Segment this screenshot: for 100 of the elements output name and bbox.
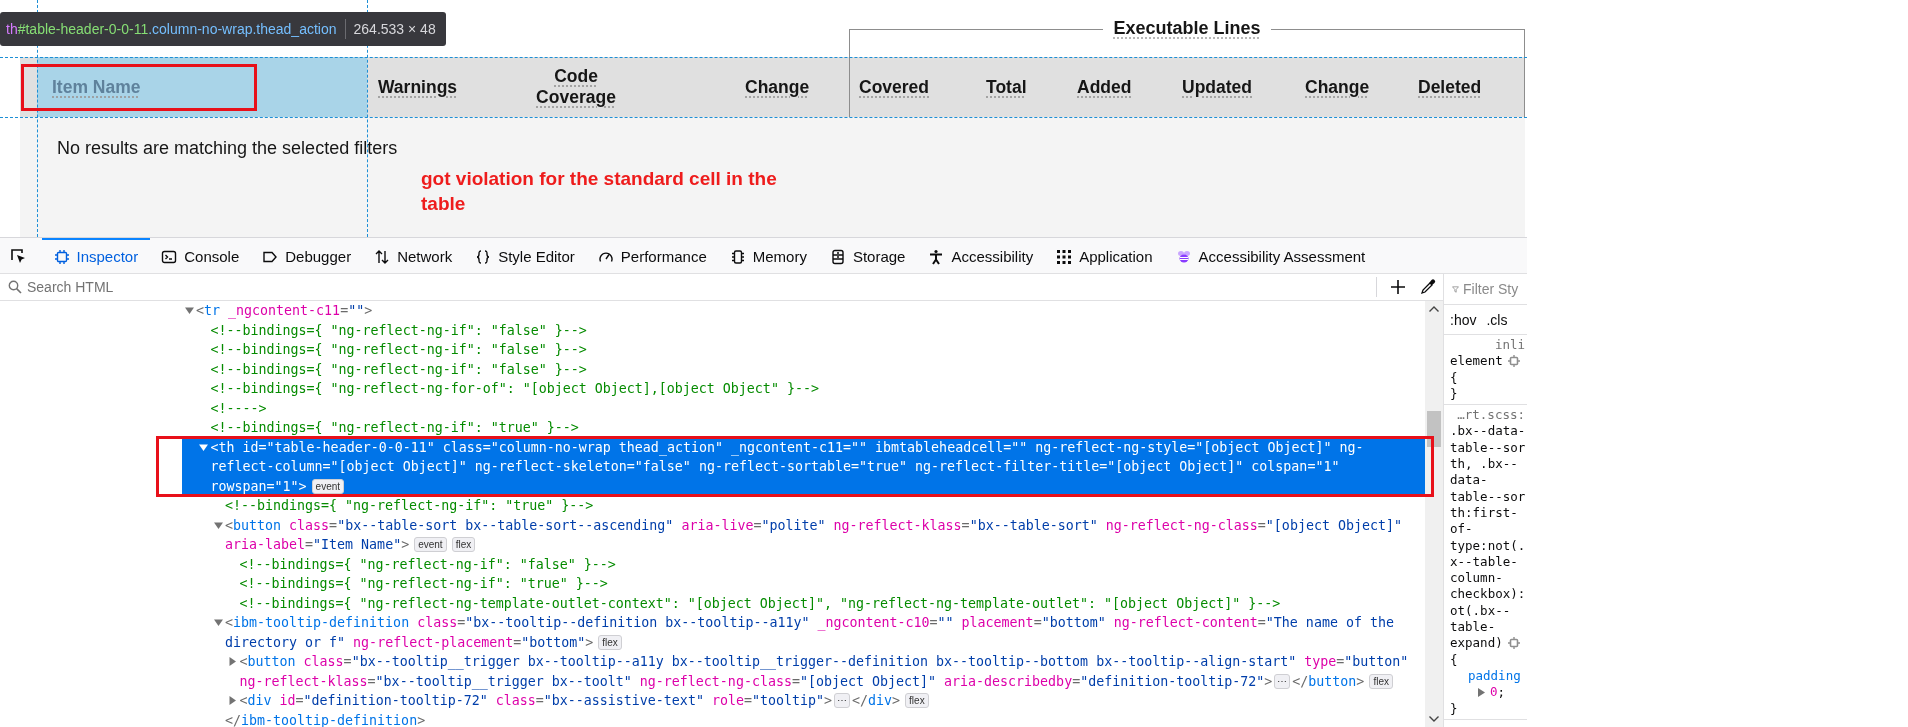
tree-row[interactable]: <!--bindings={ "ng-reflect-ng-if": "false" }--> [182,340,1425,360]
markup-text: <!----> [210,399,267,418]
devtools-tab[interactable]: Debugger [250,238,363,273]
column-header[interactable]: Code Coverage [505,57,647,117]
rule-selector: .bx--data- [1450,423,1526,440]
empty-message: No results are matching the selected filters [57,138,398,158]
column-header[interactable]: Change [1296,57,1409,117]
rule-selector: element [1450,353,1503,370]
tree-row[interactable]: <!----> [182,398,1425,418]
rule-source[interactable]: inli [1450,337,1527,354]
search-icon [8,280,22,294]
column-group-title: Executable Lines [1113,18,1261,38]
column-header[interactable]: Total [977,57,1068,117]
rule-source[interactable]: …rt.scss: [1450,407,1527,424]
devtools-tab[interactable]: Performance [586,238,719,273]
collapsed-content-button[interactable]: ⋯ [834,693,851,709]
column-header[interactable]: Warnings [367,57,505,117]
filter-field[interactable]: Filter Sty [1463,281,1527,297]
chip-icon [729,248,746,265]
search-field[interactable]: Search HTML [27,279,327,295]
devtools-tab[interactable]: Console [149,238,251,273]
markup-text: <!--bindings={ "ng-reflect-ng-if": "false" }--> [239,555,616,574]
devtools-tab[interactable]: Memory [718,238,819,273]
tree-row[interactable]: <button class="bx--table-sort bx--table-sort--ascending" aria-live="polite" ng-reflect-klass="bx--table-sort" ng-reflect-ng-class="[object Object]" aria-label="Item Name"> event flex [182,515,1425,555]
rule-selector: table--sor [1450,439,1526,457]
expand-arrow-icon[interactable] [1478,687,1485,697]
tree-row[interactable]: <div id="definition-tooltip-72" class="bx--assistive-text" role="tooltip"> ⋯ </div> flex [182,691,1425,711]
expanded-arrow-icon[interactable] [213,618,223,628]
rule-selector: th, .bx-- [1450,456,1518,473]
collapsed-content-button[interactable]: ⋯ [1274,673,1291,689]
rule-brace: } [1450,385,1459,403]
chevron-down-icon[interactable] [1428,715,1440,723]
markup-text: </div> [852,692,901,710]
devtools-tab[interactable]: Inspector [42,238,150,273]
rule-brace: { [1450,369,1459,386]
markup-text: <div id="definition-tooltip-72" class="bx--assistive-text" role="tooltip"> [239,692,833,710]
braces-icon [475,248,492,265]
devtools-tab[interactable]: Application [1044,238,1165,273]
devtools-tab[interactable]: Storage [818,238,917,273]
rule-selector: column- [1450,570,1503,587]
markup-text: <!--bindings={ "ng-reflect-ng-if": "false" }--> [210,321,587,340]
scrollbar[interactable] [1425,301,1443,727]
tree-row[interactable]: <!--bindings={ "ng-reflect-ng-template-outlet-context": "[object Object]", "ng-reflect-ng-template-outlet": "[object Object]" }--> [182,593,1425,613]
rule-selector: type:not(. [1450,537,1526,554]
rule-selector: table--sor [1450,488,1526,505]
tree-row[interactable]: <!--bindings={ "ng-reflect-ng-if": "true" }--> [182,418,1425,438]
devtools-tab[interactable]: Style Editor [463,238,587,273]
tree-row[interactable]: <!--bindings={ "ng-reflect-ng-if": "false" }--> [182,320,1425,340]
markup-badge[interactable]: event [311,478,345,494]
markup-text: <!--bindings={ "ng-reflect-ng-for-of": "[object Object],[object Object" }--> [210,380,819,398]
devtools-tab[interactable]: Accessibility Assessment [1164,238,1377,273]
markup-text: aria-label="Item Name"> [225,536,410,554]
chevron-up-icon[interactable] [1428,305,1440,313]
tree-row[interactable]: <!--bindings={ "ng-reflect-ng-if": "false" }--> [182,554,1425,574]
markup-text: reflect-column="[object Object]" ng-reflect-skeleton="false" ng-reflect-sortable="true" ng-reflect-filter-title="[object Object]" colspan="1" [210,458,1340,476]
markup-text: ng-reflect-klass="bx--tooltip__trigger bx--toolt" ng-reflect-ng-class="[object Object]" aria-describedby="definition-tooltip-72"> [239,672,1273,691]
pseudo-toggle[interactable]: :hov [1450,311,1477,328]
markup-text: <ibm-tooltip-definition class="bx--tooltip--definition bx--tooltip--a11y" _ngcontent-c10="" placement="bottom" ng-reflect-content="The name of the [225,614,1394,633]
devtools-tab[interactable]: Network [362,238,464,273]
markup-badge[interactable]: flex [598,634,622,650]
tree-row[interactable]: <!--bindings={ "ng-reflect-ng-for-of": "[object Object],[object Object" }--> [182,379,1425,399]
markup-badge[interactable]: flex [451,537,476,553]
tree-row[interactable]: <!--bindings={ "ng-reflect-ng-if": "true" }--> [182,574,1425,594]
markup-badge[interactable]: event [414,537,447,553]
rule-selector: ot(.bx-- [1450,602,1511,620]
column-header[interactable]: Change [647,57,849,117]
markup-text: <tr _ngcontent-c11=""> [196,302,373,321]
arrows-icon [374,248,391,265]
terminal-icon [161,248,178,265]
grid-icon [1056,248,1073,265]
rule-selector: x--table- [1450,553,1518,571]
devtools-tab[interactable]: Accessibility [916,238,1045,273]
column-header[interactable]: Added [1068,57,1173,117]
tree-row[interactable]: <!--bindings={ "ng-reflect-ng-if": "false" }--> [182,359,1425,379]
collapsed-arrow-icon[interactable] [228,657,237,667]
tree-row[interactable]: <ibm-tooltip-definition class="bx--tooltip--definition bx--tooltip--a11y" _ngcontent-c10="" placement="bottom" ng-reflect-content="The name of the directory or f" ng-reflect-placement="bottom"> flex [182,613,1425,652]
tree-row[interactable]: <tr _ngcontent-c11=""> [182,301,1425,321]
pseudo-toggle[interactable]: .cls [1486,311,1508,328]
markup-text: rowspan="1"> [210,477,307,496]
collapsed-arrow-icon[interactable] [228,696,237,706]
picker-icon [9,246,27,265]
markup-text: <th id="table-header-0-0-11" class="column-no-wrap thead_action" _ngcontent-c11="" ibmtableheadcell="" ng-reflect-ng-style="[object Object]" ng- [210,438,1364,457]
rule-brace: { [1450,651,1459,668]
markup-badge[interactable]: flex [1369,673,1393,689]
target-icon[interactable] [1507,355,1520,368]
frame-icon [53,248,70,265]
markup-text: </button> [1292,672,1365,691]
markup-text: <!--bindings={ "ng-reflect-ng-if": "true" }--> [225,497,594,515]
target-icon[interactable] [1507,637,1520,650]
annotation-text: got violation for the standard cell in the table [421,167,778,216]
markup-text: <button class="bx--tooltip__trigger bx--tooltip--a11y bx--tooltip__trigger--definition bx--tooltip--bottom bx--tooltip--align-start" type="button" [239,653,1409,672]
expanded-arrow-icon[interactable] [199,442,208,452]
markup-badge[interactable]: flex [905,693,929,709]
css-property: padding [1468,667,1521,685]
rule-brace: } [1450,700,1459,717]
expanded-arrow-icon[interactable] [213,520,223,530]
scroll-thumb[interactable] [1427,411,1441,447]
column-header[interactable]: Updated [1173,57,1296,117]
tree-row[interactable]: <!--bindings={ "ng-reflect-ng-if": "true" }--> [182,496,1425,516]
expanded-arrow-icon[interactable] [184,306,194,316]
